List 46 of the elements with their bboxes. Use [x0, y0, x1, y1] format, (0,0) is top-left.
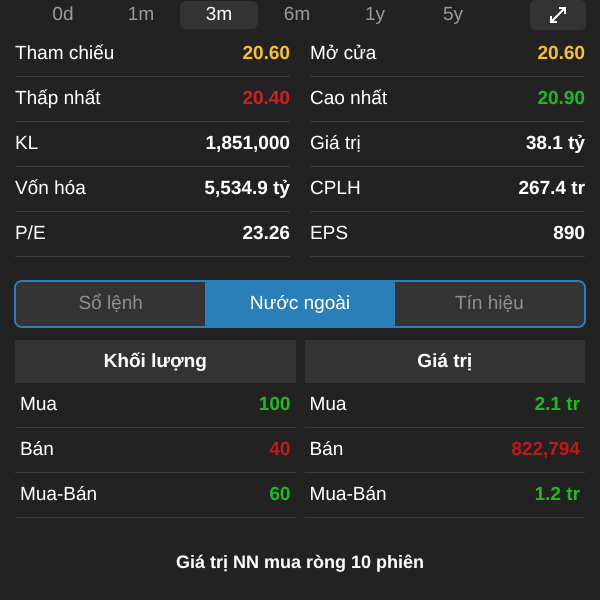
row-label: Mua [20, 394, 57, 416]
period-tab[interactable]: 0d [24, 1, 102, 29]
row-label: Mua-Bán [310, 484, 387, 506]
row-label: Bán [20, 439, 54, 461]
stat-label: P/E [15, 223, 46, 245]
expand-icon [548, 5, 568, 25]
stat-label: Vốn hóa [15, 178, 86, 200]
section-title: Giá trị NN mua ròng 10 phiên [174, 552, 426, 573]
row-value: 40 [269, 439, 290, 461]
stat-value: 20.60 [537, 43, 585, 65]
period-tab[interactable]: 3m [180, 1, 258, 29]
stat-label: Cao nhất [310, 88, 388, 110]
period-tab[interactable]: 5y [414, 1, 492, 29]
stat-value: 267.4 tr [518, 178, 585, 200]
expand-button[interactable] [530, 0, 586, 30]
stat-label: Giá trị [310, 133, 361, 155]
tab[interactable]: Tín hiệu [394, 282, 584, 326]
period-tab[interactable]: 6m [258, 1, 336, 29]
row-value: 2.1 tr [534, 394, 580, 416]
stat-value: 20.40 [242, 88, 290, 110]
stat-value: 20.60 [242, 43, 290, 65]
stat-label: Tham chiếu [15, 43, 114, 65]
stat-value: 5,534.9 tỷ [204, 178, 290, 200]
tab[interactable]: Nước ngoài [205, 282, 395, 326]
row-value: 100 [258, 394, 290, 416]
table-header: Khối lượng [15, 340, 296, 383]
period-tab[interactable]: 1m [102, 1, 180, 29]
stat-label: CPLH [310, 178, 361, 200]
period-tab[interactable]: 1y [336, 1, 414, 29]
tab[interactable]: Sổ lệnh [16, 282, 206, 326]
row-label: Mua [310, 394, 346, 416]
stat-value: 1,851,000 [205, 133, 290, 155]
stat-label: Mở cửa [310, 43, 376, 65]
stat-label: Thấp nhất [15, 88, 101, 110]
stat-value: 23.26 [242, 223, 290, 245]
stat-value: 20.90 [537, 88, 585, 110]
row-value: 60 [269, 484, 290, 506]
stat-label: EPS [310, 223, 348, 245]
stat-label: KL [15, 133, 38, 155]
stat-value: 890 [553, 223, 585, 245]
row-value: 822,794 [511, 439, 580, 461]
row-label: Mua-Bán [20, 484, 98, 506]
stat-value: 38.1 tỷ [526, 133, 585, 155]
row-label: Bán [310, 439, 344, 461]
row-value: 1.2 tr [534, 484, 580, 506]
table-header: Giá trị [304, 340, 585, 383]
